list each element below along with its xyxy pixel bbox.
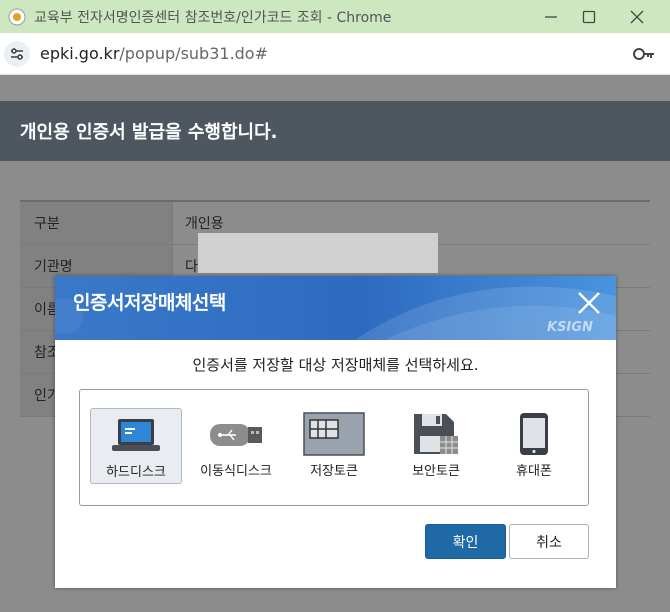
close-icon bbox=[630, 10, 644, 23]
dialog-message: 인증서를 저장할 대상 저장매체를 선택하세요. bbox=[192, 356, 479, 374]
laptop-icon bbox=[112, 419, 160, 451]
media-label: 저장토큰 bbox=[310, 464, 358, 479]
minimize-icon bbox=[545, 15, 557, 18]
page-title: 개인용 인증서 발급을 수행합니다. bbox=[20, 122, 278, 143]
confirm-button[interactable]: 확인 bbox=[425, 524, 506, 559]
media-security-token[interactable]: 보안토큰 bbox=[390, 408, 482, 484]
key-icon[interactable] bbox=[632, 44, 656, 64]
chrome-page-icon bbox=[8, 8, 26, 25]
media-label: 이동식디스크 bbox=[200, 464, 272, 479]
maximize-button[interactable] bbox=[566, 0, 612, 33]
floppy-disk-icon bbox=[414, 414, 458, 454]
mobile-phone-icon bbox=[520, 413, 548, 455]
url-host: epki.go.kr bbox=[40, 44, 120, 63]
media-removable-disk[interactable]: 이동식디스크 bbox=[190, 408, 282, 484]
maximize-icon bbox=[582, 10, 596, 23]
dialog-header: 인증서저장매체선택 KSIGN bbox=[55, 276, 616, 340]
storage-token-icon bbox=[303, 412, 365, 456]
close-window-button[interactable] bbox=[614, 0, 660, 33]
window-titlebar: 교육부 전자서명인증센터 참조번호/인가코드 조회 - Chrome bbox=[0, 0, 670, 33]
dialog-close-icon[interactable] bbox=[575, 289, 603, 317]
url-field[interactable]: epki.go.kr/popup/sub31.do# bbox=[40, 44, 268, 63]
page-header: 개인용 인증서 발급을 수행합니다. bbox=[0, 101, 670, 161]
dialog-title: 인증서저장매체선택 bbox=[73, 292, 226, 314]
cancel-button[interactable]: 취소 bbox=[509, 524, 589, 559]
media-label: 보안토큰 bbox=[412, 464, 460, 479]
media-mobile-phone[interactable]: 휴대폰 bbox=[488, 408, 580, 484]
address-bar: epki.go.kr/popup/sub31.do# bbox=[0, 33, 670, 75]
redaction-mask bbox=[198, 233, 438, 273]
media-hard-disk[interactable]: 하드디스크 bbox=[90, 408, 182, 484]
usb-drive-icon bbox=[210, 424, 262, 446]
media-label: 휴대폰 bbox=[516, 464, 552, 479]
storage-media-dialog: 인증서저장매체선택 KSIGN 인증서를 저장할 대상 저장매체를 선택하세요.… bbox=[55, 276, 616, 588]
row-label: 구분 bbox=[20, 202, 173, 244]
media-selection-box: 하드디스크 이동식디스크 저장토큰 보안토큰 휴대폰 bbox=[79, 389, 589, 506]
window-title: 교육부 전자서명인증센터 참조번호/인가코드 조회 - Chrome bbox=[34, 9, 392, 26]
site-info-button[interactable] bbox=[4, 40, 30, 67]
url-path: /popup/sub31.do# bbox=[119, 44, 268, 63]
ksign-logo: KSIGN bbox=[547, 320, 593, 335]
tune-icon bbox=[11, 47, 23, 60]
media-label: 하드디스크 bbox=[106, 465, 166, 480]
media-storage-token[interactable]: 저장토큰 bbox=[288, 408, 380, 484]
